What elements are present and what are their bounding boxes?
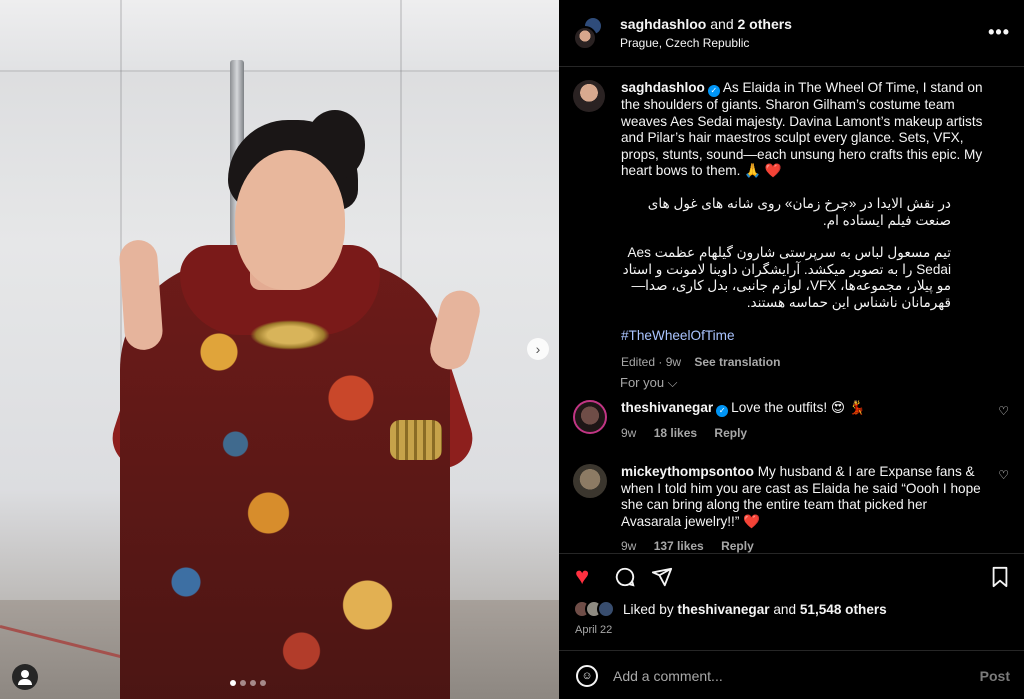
carousel-dot: [240, 680, 246, 686]
gold-necklace: [250, 320, 330, 350]
caption-body: saghdashloo ✓ As Elaida in The Wheel Of Ti…: [621, 80, 991, 371]
post-panel: saghdashloo and 2 others Prague, Czech R…: [559, 0, 1024, 699]
gold-cuff: [390, 420, 442, 460]
woman-in-costume: [100, 110, 485, 699]
right-hand: [425, 286, 485, 374]
comment-body: mickeythompsontoo My husband & I are Exp…: [621, 464, 981, 553]
liked-by-text: Liked by theshivanegar and 51,548 others: [623, 602, 887, 617]
avatar[interactable]: [573, 464, 607, 498]
others-link[interactable]: 2 others: [738, 16, 792, 32]
carousel-dot: [230, 680, 236, 686]
liked-by-line: Liked by theshivanegar and 51,548 others: [573, 600, 887, 618]
edited-time: Edited · 9w: [621, 355, 682, 370]
left-hand: [118, 238, 164, 352]
verified-badge-icon: ✓: [707, 85, 720, 97]
action-bar: ♥: [559, 553, 1024, 603]
comment-text: Love the outfits! 😍 💃: [731, 400, 866, 415]
comment-input[interactable]: [613, 665, 943, 687]
likes-count-link[interactable]: 51,548 others: [800, 602, 887, 617]
comment-time: 9w: [621, 539, 637, 553]
reply-button[interactable]: Reply: [714, 426, 747, 440]
more-horizontal-icon[interactable]: •••: [988, 22, 1010, 43]
liked-by-user[interactable]: theshivanegar: [677, 602, 769, 617]
share-paper-plane-icon[interactable]: [651, 566, 673, 592]
comment-meta: 9w 137 likes Reply: [621, 538, 981, 553]
liked-by-and: and: [769, 601, 800, 617]
caption-username[interactable]: saghdashloo: [621, 80, 705, 95]
see-translation-button[interactable]: See translation: [694, 355, 780, 369]
caption-text-fa-1: در نقش الایدا در «چرخ زمان» روی شانه های…: [647, 195, 951, 228]
heart-outline-icon[interactable]: ♡: [998, 468, 1009, 482]
carousel-dot: [250, 680, 256, 686]
tent-ceiling: [0, 0, 559, 72]
comment-likes[interactable]: 18 likes: [654, 426, 697, 440]
carousel-dots: [230, 680, 266, 686]
emoji-icon[interactable]: ☺: [576, 665, 598, 687]
comment-bubble-icon[interactable]: [614, 566, 636, 592]
caption-text-fa-2: تیم مسعول لباس به سرپرستی شارون گیلهام ع…: [622, 245, 951, 310]
heart-outline-icon[interactable]: ♡: [998, 404, 1009, 418]
comment-sort-dropdown[interactable]: For you ⌵: [620, 375, 678, 391]
avatar: [573, 26, 597, 50]
comment-username[interactable]: theshivanegar: [621, 400, 713, 415]
carousel-dot: [260, 680, 266, 686]
comments-scroll[interactable]: saghdashloo ✓ As Elaida in The Wheel Of Ti…: [559, 67, 1024, 553]
avatar: [597, 600, 615, 618]
liked-by-prefix: Liked by: [623, 601, 678, 617]
avatar[interactable]: [573, 80, 605, 112]
comment-likes[interactable]: 137 likes: [654, 539, 704, 553]
tagged-users-icon[interactable]: [12, 664, 38, 690]
save-bookmark-icon[interactable]: [990, 566, 1010, 592]
reply-button[interactable]: Reply: [721, 539, 754, 553]
post-author-line: saghdashloo and 2 others: [620, 16, 792, 32]
comment-time: 9w: [621, 426, 637, 440]
hashtag-link[interactable]: #TheWheelOfTime: [621, 328, 991, 345]
collab-avatars[interactable]: [573, 16, 605, 50]
and-text: and: [706, 16, 738, 32]
post-date: April 22: [575, 624, 613, 636]
comment-meta: 9w 18 likes Reply: [621, 425, 981, 442]
like-heart-icon[interactable]: ♥: [575, 565, 589, 589]
post-button[interactable]: Post: [980, 668, 1010, 684]
comment-username[interactable]: mickeythompsontoo: [621, 464, 754, 479]
comment-body: theshivanegar ✓ Love the outfits! 😍 💃 9w 1…: [621, 400, 981, 442]
post-photo[interactable]: ›: [0, 0, 559, 699]
caption-meta: Edited · 9w See translation: [621, 354, 991, 371]
next-photo-button[interactable]: ›: [527, 338, 549, 360]
avatar[interactable]: [573, 400, 607, 434]
face: [235, 150, 345, 290]
add-comment-bar: ☺ Post: [559, 650, 1024, 699]
location-link[interactable]: Prague, Czech Republic: [620, 36, 749, 50]
verified-badge-icon: ✓: [716, 405, 729, 417]
post-header: saghdashloo and 2 others Prague, Czech R…: [559, 0, 1024, 67]
author-username[interactable]: saghdashloo: [620, 16, 706, 32]
